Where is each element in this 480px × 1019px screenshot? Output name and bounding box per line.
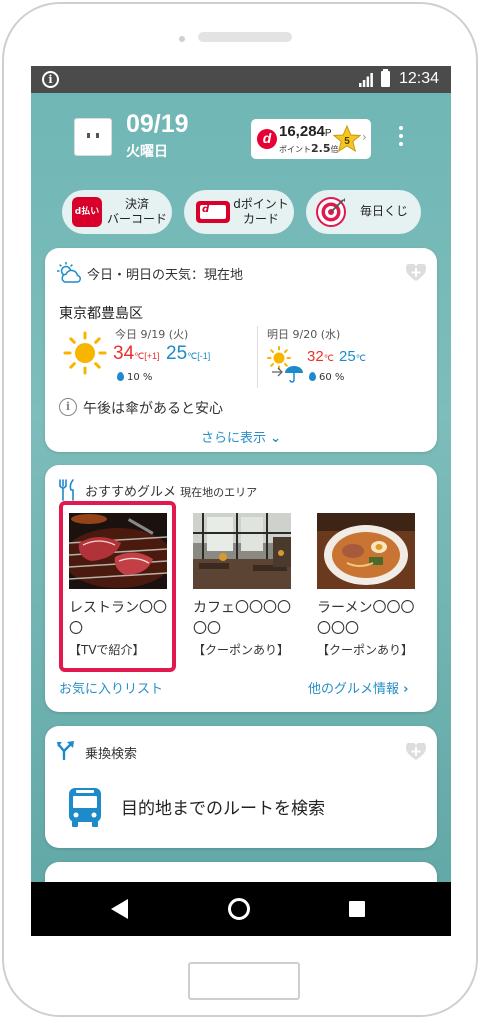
info-icon: i — [59, 398, 77, 416]
screen: i 12:34 09/19 火曜日 d 16,284P ポイント2.5倍 5 ›… — [31, 66, 451, 936]
gourmet-item-2-name: カフェ〇〇〇〇〇〇 — [193, 600, 291, 637]
gourmet-item-3-name: ラーメン〇〇〇〇〇〇 — [317, 600, 415, 637]
points-widget[interactable]: d 16,284P ポイント2.5倍 5 › — [251, 119, 371, 159]
bus-icon — [69, 788, 101, 827]
favorites-list-link[interactable]: お気に入りリスト — [59, 678, 163, 697]
selection-highlight — [59, 501, 176, 672]
add-favorite-icon[interactable] — [406, 743, 426, 761]
weather-title: 今日・明日の天気：現在地 — [87, 268, 244, 283]
sun-icon — [63, 331, 107, 375]
chevron-down-icon: ⌄ — [270, 431, 282, 446]
gourmet-card: おすすめグルメ 現在地のエリア レストラン〇〇〇 【TVで紹介】 カフェ〇〇〇〇… — [45, 465, 437, 712]
tomorrow-rain: 60 % — [309, 372, 344, 383]
d-barai-icon: d払い — [72, 197, 102, 227]
svg-text:5: 5 — [344, 136, 350, 147]
raindrop-icon — [117, 372, 124, 381]
earpiece-speaker — [198, 32, 292, 42]
fork-knife-icon — [59, 479, 74, 501]
battery-icon — [381, 69, 390, 87]
payment-barcode-label: 決済 バーコード — [106, 197, 167, 226]
daily-lottery-label: 毎日くじ — [359, 204, 408, 218]
umbrella-icon — [272, 366, 303, 383]
raindrop-icon — [309, 372, 316, 381]
front-camera — [179, 36, 185, 42]
tomorrow-low: 25℃ — [339, 348, 366, 365]
route-search-action[interactable]: 目的地までのルートを検索 — [121, 794, 325, 819]
add-favorite-icon[interactable] — [406, 264, 426, 282]
weather-tip: 午後は傘があると安心 — [83, 401, 223, 417]
transit-card[interactable]: 乗換検索 目的地までのルートを検索 — [45, 726, 437, 848]
today-low: 25℃[-1] — [166, 343, 211, 364]
home-icon[interactable] — [228, 898, 250, 920]
signal-icon — [359, 73, 373, 87]
rank-star-icon: 5 — [333, 125, 361, 153]
hardware-home-button[interactable] — [188, 962, 300, 1000]
chevron-right-icon: › — [403, 682, 409, 697]
route-split-icon — [57, 741, 74, 760]
tomorrow-label: 明日 9/20 (水) — [267, 328, 341, 341]
status-time: 12:34 — [399, 70, 440, 87]
weather-card[interactable]: 今日・明日の天気：現在地 東京都豊島区 今日 9/19 (火) 34℃[+1] … — [45, 248, 437, 452]
gourmet-item-3-tag: 【クーポンあり】 — [317, 643, 414, 657]
cafe-photo — [193, 513, 291, 589]
today-label: 今日 9/19 (火) — [115, 328, 189, 341]
today-rain: 10 % — [117, 372, 152, 383]
navigation-bar — [31, 882, 451, 936]
points-rate: ポイント2.5倍 — [279, 142, 339, 155]
weather-location: 東京都豊島区 — [59, 306, 143, 322]
weather-cloud-sun-icon — [57, 262, 81, 283]
weather-more-link[interactable]: さらに表示 ⌄ — [201, 427, 281, 446]
today-high: 34℃[+1] — [113, 343, 160, 364]
weather-divider — [257, 326, 258, 388]
more-gourmet-link[interactable]: 他のグルメ情報 › — [308, 678, 409, 697]
payment-barcode-button[interactable]: d払い 決済 バーコード — [62, 190, 172, 234]
target-icon — [316, 197, 346, 227]
ramen-photo — [317, 513, 415, 589]
gourmet-title: おすすめグルメ 現在地のエリア — [85, 485, 258, 500]
status-bar: i 12:34 — [31, 66, 451, 93]
info-icon: i — [42, 71, 59, 88]
date: 09/19 — [126, 110, 189, 138]
dpoint-card-icon — [196, 201, 230, 223]
points-value: 16,284P — [279, 123, 332, 140]
chevron-right-icon: › — [362, 130, 367, 144]
daily-lottery-button[interactable]: 毎日くじ — [306, 190, 421, 234]
gourmet-item-3[interactable]: ラーメン〇〇〇〇〇〇 【クーポンあり】 — [317, 513, 415, 657]
tomorrow-high: 32℃ — [307, 348, 334, 365]
gourmet-item-2-tag: 【クーポンあり】 — [193, 643, 290, 657]
gourmet-item-2[interactable]: カフェ〇〇〇〇〇〇 【クーポンあり】 — [193, 513, 291, 657]
back-icon[interactable] — [111, 899, 128, 919]
transit-title: 乗換検索 — [85, 747, 138, 762]
dpoint-logo-icon: d — [257, 129, 277, 149]
dpoint-card-button[interactable]: dポイントカード — [184, 190, 294, 234]
weekday: 火曜日 — [126, 144, 168, 160]
more-menu-icon[interactable] — [396, 126, 406, 152]
widget-icon[interactable] — [74, 118, 112, 156]
recent-apps-icon[interactable] — [349, 901, 365, 917]
dpoint-card-label: dポイント カード — [233, 197, 289, 226]
